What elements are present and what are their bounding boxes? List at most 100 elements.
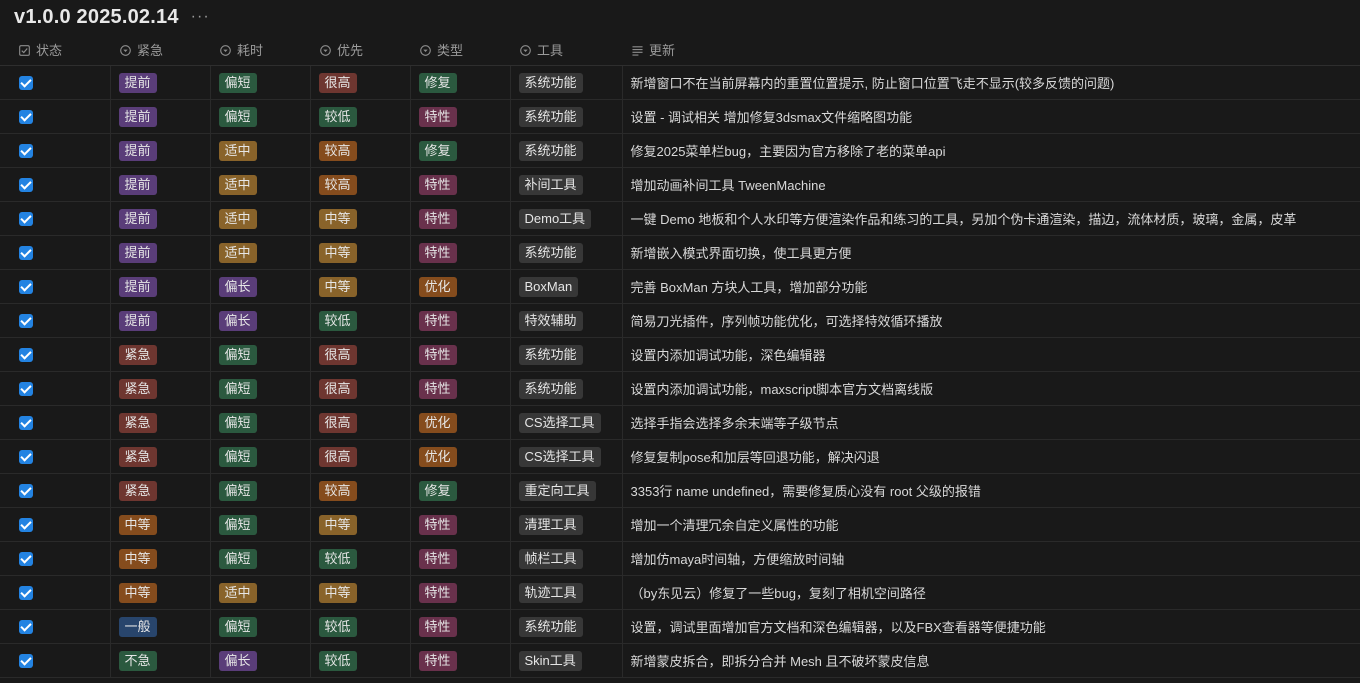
- tool-tag[interactable]: 特效辅助: [518, 310, 583, 331]
- more-options-icon[interactable]: ···: [191, 8, 210, 26]
- urgency-tag[interactable]: 提前: [118, 310, 157, 331]
- update-cell[interactable]: 选择手指会选择多余末端等子级节点: [622, 405, 1360, 440]
- priority-tag[interactable]: 较低: [318, 650, 357, 671]
- tool-tag[interactable]: 轨迹工具: [518, 582, 583, 603]
- priority-tag[interactable]: 中等: [318, 242, 357, 263]
- column-header[interactable]: 工具: [510, 34, 622, 66]
- urgency-tag[interactable]: 中等: [118, 582, 157, 603]
- time-tag[interactable]: 适中: [218, 140, 257, 161]
- column-header[interactable]: 更新: [622, 34, 1360, 66]
- time-tag[interactable]: 偏短: [218, 446, 257, 467]
- update-cell[interactable]: 新增蒙皮拆合，即拆分合并 Mesh 且不破坏蒙皮信息: [622, 643, 1360, 678]
- type-tag[interactable]: 特性: [418, 208, 457, 229]
- update-cell[interactable]: 增加仿maya时间轴，方便缩放时间轴: [622, 541, 1360, 576]
- time-tag[interactable]: 偏长: [218, 650, 257, 671]
- column-header[interactable]: 耗时: [210, 34, 310, 66]
- update-cell[interactable]: 增加动画补间工具 TweenMachine: [622, 167, 1360, 202]
- tool-tag[interactable]: 重定向工具: [518, 480, 596, 501]
- status-checkbox[interactable]: [19, 484, 33, 499]
- urgency-tag[interactable]: 紧急: [118, 344, 157, 365]
- time-tag[interactable]: 偏短: [218, 378, 257, 399]
- priority-tag[interactable]: 较低: [318, 616, 357, 637]
- urgency-tag[interactable]: 中等: [118, 548, 157, 569]
- table-row[interactable]: 中等 适中 中等 特性 轨迹工具 （by东见云）修复了一些bug，复刻了相机空间路径: [0, 575, 1360, 610]
- urgency-tag[interactable]: 提前: [118, 174, 157, 195]
- update-cell[interactable]: 新增嵌入模式界面切换，使工具更方便: [622, 235, 1360, 270]
- status-checkbox[interactable]: [19, 586, 33, 601]
- table-row[interactable]: 提前 适中 中等 特性 Demo工具 一键 Demo 地板和个人水印等方便渲染作品和练习的…: [0, 201, 1360, 236]
- tool-tag[interactable]: 清理工具: [518, 514, 583, 535]
- tool-tag[interactable]: 系统功能: [518, 72, 583, 93]
- status-checkbox[interactable]: [19, 382, 33, 397]
- status-checkbox[interactable]: [19, 144, 33, 159]
- tool-tag[interactable]: 系统功能: [518, 616, 583, 637]
- priority-tag[interactable]: 较低: [318, 548, 357, 569]
- priority-tag[interactable]: 较低: [318, 106, 357, 127]
- urgency-tag[interactable]: 提前: [118, 72, 157, 93]
- type-tag[interactable]: 修复: [418, 480, 457, 501]
- time-tag[interactable]: 偏短: [218, 106, 257, 127]
- table-row[interactable]: 提前 偏长 中等 优化 BoxMan 完善 BoxMan 方块人工具，增加部分功能: [0, 269, 1360, 304]
- update-cell[interactable]: 设置内添加调试功能，maxscript脚本官方文档离线版: [622, 371, 1360, 406]
- type-tag[interactable]: 修复: [418, 72, 457, 93]
- update-cell[interactable]: 设置，调试里面增加官方文档和深色编辑器，以及FBX查看器等便捷功能: [622, 609, 1360, 644]
- type-tag[interactable]: 特性: [418, 548, 457, 569]
- column-header[interactable]: 状态: [0, 34, 110, 66]
- priority-tag[interactable]: 中等: [318, 276, 357, 297]
- update-cell[interactable]: 简易刀光插件，序列帧功能优化，可选择特效循环播放: [622, 303, 1360, 338]
- urgency-tag[interactable]: 紧急: [118, 412, 157, 433]
- status-checkbox[interactable]: [19, 314, 33, 329]
- table-row[interactable]: 紧急 偏短 很高 特性 系统功能 设置内添加调试功能，maxscript脚本官方文档离线版: [0, 371, 1360, 406]
- column-header[interactable]: 紧急: [110, 34, 210, 66]
- type-tag[interactable]: 修复: [418, 140, 457, 161]
- time-tag[interactable]: 偏短: [218, 412, 257, 433]
- status-checkbox[interactable]: [19, 110, 33, 125]
- status-checkbox[interactable]: [19, 654, 33, 669]
- status-checkbox[interactable]: [19, 518, 33, 533]
- type-tag[interactable]: 特性: [418, 344, 457, 365]
- update-cell[interactable]: 完善 BoxMan 方块人工具，增加部分功能: [622, 269, 1360, 304]
- urgency-tag[interactable]: 提前: [118, 242, 157, 263]
- time-tag[interactable]: 偏短: [218, 548, 257, 569]
- update-cell[interactable]: 增加一个清理冗余自定义属性的功能: [622, 507, 1360, 542]
- status-checkbox[interactable]: [19, 178, 33, 193]
- status-checkbox[interactable]: [19, 246, 33, 261]
- tool-tag[interactable]: CS选择工具: [518, 446, 601, 467]
- priority-tag[interactable]: 中等: [318, 582, 357, 603]
- table-row[interactable]: 紧急 偏短 很高 优化 CS选择工具 选择手指会选择多余末端等子级节点: [0, 405, 1360, 440]
- priority-tag[interactable]: 较高: [318, 480, 357, 501]
- status-checkbox[interactable]: [19, 280, 33, 295]
- time-tag[interactable]: 适中: [218, 208, 257, 229]
- priority-tag[interactable]: 很高: [318, 72, 357, 93]
- update-cell[interactable]: 设置 - 调试相关 增加修复3dsmax文件缩略图功能: [622, 99, 1360, 134]
- table-row[interactable]: 提前 偏短 较低 特性 系统功能 设置 - 调试相关 增加修复3dsmax文件缩略图功能: [0, 99, 1360, 134]
- tool-tag[interactable]: Demo工具: [518, 208, 592, 229]
- time-tag[interactable]: 偏短: [218, 616, 257, 637]
- table-row[interactable]: 紧急 偏短 较高 修复 重定向工具 3353行 name undefined，需要修复质心…: [0, 473, 1360, 508]
- urgency-tag[interactable]: 不急: [118, 650, 157, 671]
- tool-tag[interactable]: CS选择工具: [518, 412, 601, 433]
- status-checkbox[interactable]: [19, 416, 33, 431]
- column-header[interactable]: 类型: [410, 34, 510, 66]
- tool-tag[interactable]: Skin工具: [518, 650, 582, 671]
- type-tag[interactable]: 优化: [418, 276, 457, 297]
- urgency-tag[interactable]: 紧急: [118, 378, 157, 399]
- urgency-tag[interactable]: 中等: [118, 514, 157, 535]
- type-tag[interactable]: 特性: [418, 310, 457, 331]
- tool-tag[interactable]: 系统功能: [518, 106, 583, 127]
- update-cell[interactable]: 3353行 name undefined，需要修复质心没有 root 父级的报错: [622, 473, 1360, 508]
- tool-tag[interactable]: 系统功能: [518, 378, 583, 399]
- time-tag[interactable]: 偏短: [218, 344, 257, 365]
- type-tag[interactable]: 优化: [418, 446, 457, 467]
- table-row[interactable]: 提前 适中 中等 特性 系统功能 新增嵌入模式界面切换，使工具更方便: [0, 235, 1360, 270]
- column-header[interactable]: 优先: [310, 34, 410, 66]
- urgency-tag[interactable]: 提前: [118, 208, 157, 229]
- table-row[interactable]: 中等 偏短 中等 特性 清理工具 增加一个清理冗余自定义属性的功能: [0, 507, 1360, 542]
- time-tag[interactable]: 偏短: [218, 514, 257, 535]
- update-cell[interactable]: 设置内添加调试功能，深色编辑器: [622, 337, 1360, 372]
- tool-tag[interactable]: 系统功能: [518, 344, 583, 365]
- type-tag[interactable]: 特性: [418, 378, 457, 399]
- type-tag[interactable]: 优化: [418, 412, 457, 433]
- update-cell[interactable]: 新增窗口不在当前屏幕内的重置位置提示, 防止窗口位置飞走不显示(较多反馈的问题): [622, 65, 1360, 100]
- type-tag[interactable]: 特性: [418, 174, 457, 195]
